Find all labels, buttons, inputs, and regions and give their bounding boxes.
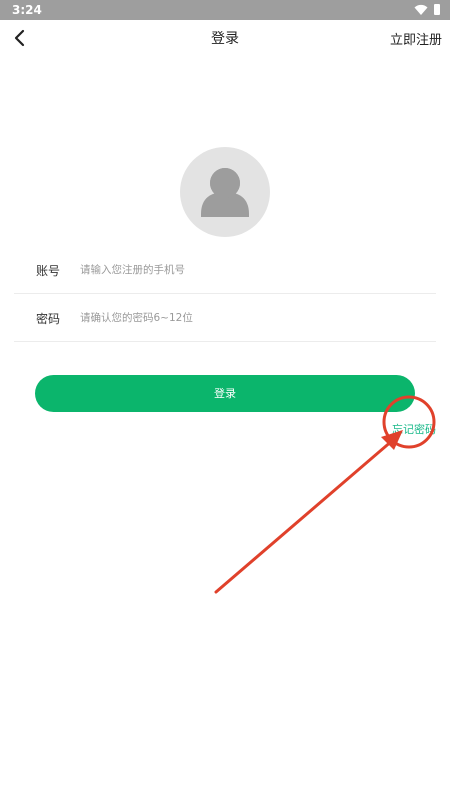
register-link[interactable]: 立即注册 <box>390 29 442 48</box>
account-label: 账号 <box>36 264 61 278</box>
password-row: 密码 <box>14 294 436 342</box>
status-time: 3:24 <box>12 3 42 17</box>
app-bar: 登录 立即注册 <box>0 20 450 58</box>
password-input[interactable] <box>80 306 410 330</box>
annotation-arrow-line <box>214 438 395 594</box>
avatar <box>180 147 270 237</box>
login-button[interactable]: 登录 <box>35 375 415 412</box>
page-title: 登录 <box>211 31 239 47</box>
account-row: 账号 <box>14 246 436 294</box>
account-input[interactable] <box>80 258 410 282</box>
forgot-password-link[interactable]: 忘记密码 <box>392 421 436 437</box>
user-silhouette-icon <box>201 168 249 217</box>
password-label: 密码 <box>36 312 61 326</box>
battery-icon <box>434 4 440 15</box>
wifi-icon <box>414 4 428 15</box>
status-bar: 3:24 <box>0 0 450 20</box>
